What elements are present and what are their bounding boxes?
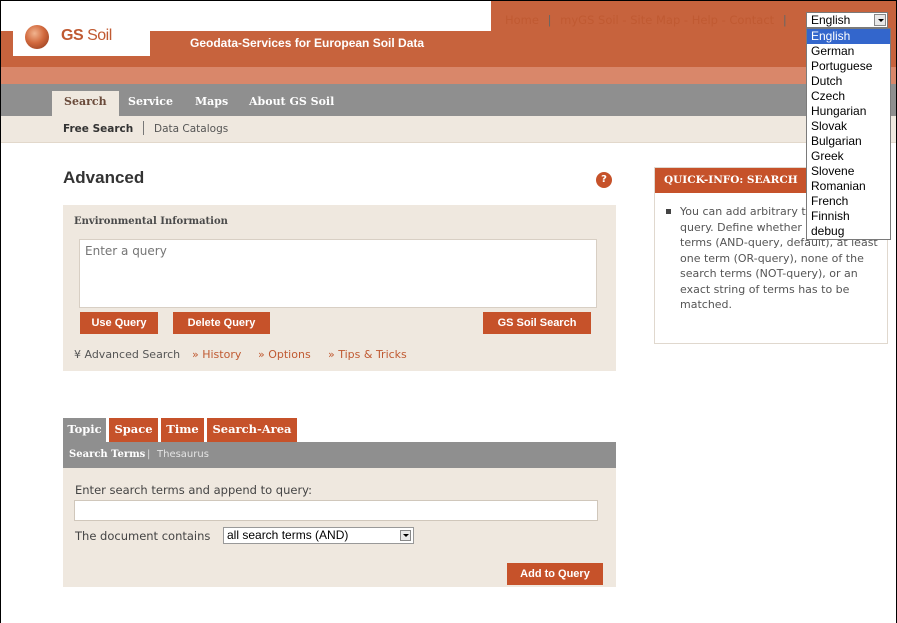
section-label: Environmental Information xyxy=(74,216,228,227)
language-option[interactable]: Hungarian xyxy=(807,104,890,119)
tab-topic[interactable]: Topic xyxy=(63,418,106,442)
language-option[interactable]: Slovene xyxy=(807,164,890,179)
subtab-search-terms[interactable]: Search Terms xyxy=(69,449,145,460)
language-option[interactable]: Portuguese xyxy=(807,59,890,74)
tab-search[interactable]: Search xyxy=(52,91,119,116)
contains-selected-value: all search terms (AND) xyxy=(227,528,349,542)
tab-time[interactable]: Time xyxy=(161,418,204,442)
site-map-link[interactable]: Site Map xyxy=(630,13,680,27)
subtab-separator: | xyxy=(147,449,151,460)
bullet-icon xyxy=(666,209,671,214)
delete-query-button[interactable]: Delete Query xyxy=(173,312,270,334)
chevron-down-icon[interactable] xyxy=(874,14,886,26)
contains-label: The document contains xyxy=(75,529,211,543)
language-option[interactable]: English xyxy=(807,29,890,44)
language-option[interactable]: Bulgarian xyxy=(807,134,890,149)
help-link[interactable]: Help xyxy=(692,13,718,27)
language-option[interactable]: Romanian xyxy=(807,179,890,194)
home-link[interactable]: Home xyxy=(505,13,539,27)
header-strip xyxy=(1,67,896,85)
tab-service[interactable]: Service xyxy=(116,91,185,116)
language-option[interactable]: Finnish xyxy=(807,209,890,224)
link-dash: - xyxy=(717,13,730,27)
language-option[interactable]: Dutch xyxy=(807,74,890,89)
add-to-query-button[interactable]: Add to Query xyxy=(507,563,603,585)
language-option[interactable]: French xyxy=(807,194,890,209)
chevron-down-icon[interactable] xyxy=(400,530,411,541)
search-terms-panel: Enter search terms and append to query: … xyxy=(63,468,616,587)
language-selected-value: English xyxy=(811,13,851,27)
logo-box[interactable]: GS Soil xyxy=(13,1,150,56)
advanced-search-link[interactable]: ¥ Advanced Search xyxy=(74,348,180,361)
subnav-free-search[interactable]: Free Search xyxy=(63,123,133,135)
language-option[interactable]: Greek xyxy=(807,149,890,164)
subtab-bar: Search Terms | Thesaurus xyxy=(63,442,616,468)
gs-soil-search-button[interactable]: GS Soil Search xyxy=(483,312,591,334)
tagline: Geodata-Services for European Soil Data xyxy=(190,36,425,50)
logo-text: GS Soil xyxy=(61,27,112,44)
query-input[interactable] xyxy=(79,239,597,308)
tab-about-gs-soil[interactable]: About GS Soil xyxy=(237,91,346,116)
language-option[interactable]: Slovak xyxy=(807,119,890,134)
main-nav: Search Service Maps About GS Soil xyxy=(1,84,896,116)
tab-space[interactable]: Space xyxy=(109,418,158,442)
subtab-thesaurus[interactable]: Thesaurus xyxy=(157,449,209,460)
page-title: Advanced xyxy=(63,168,145,187)
tips-tricks-link[interactable]: » Tips & Tricks xyxy=(328,348,407,361)
sub-nav: Free Search Data Catalogs xyxy=(1,116,896,143)
language-dropdown-list: English German Portuguese Dutch Czech Hu… xyxy=(806,28,891,240)
search-terms-input[interactable] xyxy=(74,500,598,521)
append-label: Enter search terms and append to query: xyxy=(75,483,313,497)
contact-link[interactable]: Contact xyxy=(729,13,774,27)
logo-icon xyxy=(25,25,49,49)
help-icon[interactable]: ? xyxy=(596,172,612,188)
subnav-divider xyxy=(143,121,144,135)
use-query-button[interactable]: Use Query xyxy=(80,312,158,334)
options-link[interactable]: » Options xyxy=(258,348,311,361)
link-separator: | xyxy=(547,13,552,27)
contains-select[interactable]: all search terms (AND) xyxy=(223,527,414,544)
link-dash: - xyxy=(680,13,692,27)
tab-maps[interactable]: Maps xyxy=(183,91,240,116)
top-links: Home | myGS Soil - Site Map - Help - Con… xyxy=(505,13,792,27)
mygs-soil-link[interactable]: myGS Soil xyxy=(560,13,619,27)
environmental-info-panel: Environmental Information Use Query Dele… xyxy=(63,205,616,371)
subnav-data-catalogs[interactable]: Data Catalogs xyxy=(154,123,228,135)
language-select[interactable]: English xyxy=(806,12,888,28)
language-option[interactable]: Czech xyxy=(807,89,890,104)
tab-search-area[interactable]: Search-Area xyxy=(207,418,297,442)
language-option[interactable]: debug xyxy=(807,224,890,239)
history-link[interactable]: » History xyxy=(192,348,241,361)
link-separator: | xyxy=(782,13,787,27)
link-dash: - xyxy=(618,13,631,27)
language-option[interactable]: German xyxy=(807,44,890,59)
